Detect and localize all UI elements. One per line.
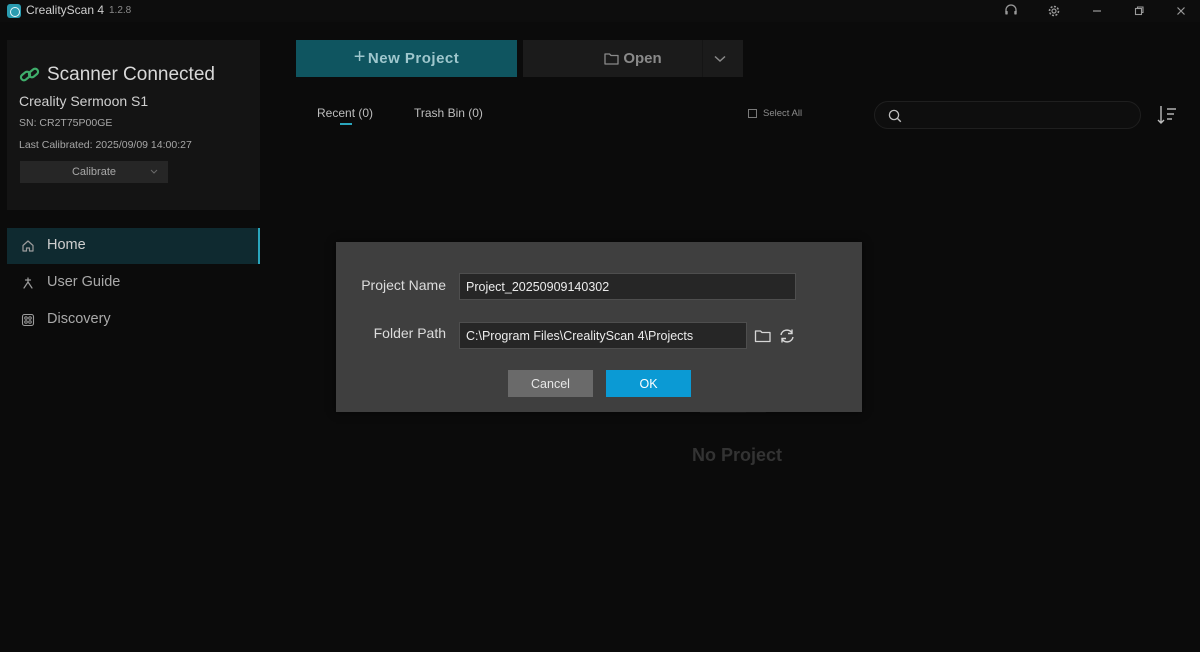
project-name-label: Project Name [361, 277, 446, 293]
browse-folder-icon[interactable] [754, 327, 772, 345]
minimize-icon[interactable] [1088, 2, 1106, 20]
search-icon [888, 109, 902, 123]
chevron-down-icon[interactable] [150, 167, 158, 175]
new-project-button[interactable]: + New Project [296, 40, 517, 77]
search-input[interactable] [874, 101, 1141, 129]
gear-icon[interactable] [1045, 2, 1063, 20]
app-logo-icon [7, 4, 21, 18]
new-project-dialog: Project Name Folder Path Cancel OK [336, 242, 862, 412]
discovery-icon [21, 313, 35, 327]
tab-recent[interactable]: Recent (0) [317, 106, 373, 120]
empty-state-label: No Project [692, 445, 783, 465]
folder-path-label: Folder Path [373, 325, 446, 341]
restore-icon[interactable] [1130, 2, 1148, 20]
app-title: CrealityScan 4 [26, 3, 105, 17]
project-name-input[interactable] [459, 273, 796, 300]
sidebar-item-label: Discovery [47, 311, 111, 327]
open-label: Open [623, 50, 662, 67]
chevron-down-icon[interactable] [714, 55, 726, 63]
sidebar-item-label: Home [47, 237, 86, 253]
user-guide-icon [23, 277, 33, 289]
plus-icon: + [353, 46, 366, 68]
title-bar: CrealityScan 4 1.2.8 [0, 0, 1200, 22]
sort-icon[interactable] [1156, 104, 1178, 126]
calibrate-button[interactable]: Calibrate [20, 161, 168, 183]
select-all-checkbox[interactable] [748, 109, 757, 118]
cancel-button[interactable]: Cancel [508, 370, 593, 397]
support-icon[interactable] [1002, 2, 1020, 20]
tab-trash-bin[interactable]: Trash Bin (0) [414, 106, 483, 120]
link-icon [19, 67, 40, 82]
scanner-card: Scanner Connected Creality Sermoon S1 SN… [7, 40, 260, 210]
sidebar: Scanner Connected Creality Sermoon S1 SN… [0, 22, 270, 652]
scanner-serial-number: SN: CR2T75P00GE [19, 117, 113, 129]
scanner-status: Scanner Connected [47, 64, 215, 85]
folder-path-input[interactable] [459, 322, 747, 349]
close-icon[interactable] [1172, 2, 1190, 20]
open-divider [702, 40, 703, 77]
new-project-label: New Project [367, 50, 460, 67]
scanner-model: Creality Sermoon S1 [19, 93, 149, 109]
sidebar-item-home[interactable]: Home [7, 228, 260, 264]
open-button[interactable]: Open [523, 40, 743, 77]
select-all-label[interactable]: Select All [763, 108, 802, 119]
sidebar-item-label: User Guide [47, 274, 121, 290]
reset-path-icon[interactable] [778, 327, 796, 345]
tab-active-indicator [340, 123, 352, 125]
folder-icon [604, 53, 619, 65]
sidebar-item-user-guide[interactable]: User Guide [7, 265, 260, 301]
app-version: 1.2.8 [109, 5, 132, 16]
last-calibrated: Last Calibrated: 2025/09/09 14:00:27 [19, 139, 192, 151]
ok-button[interactable]: OK [606, 370, 691, 397]
home-icon [22, 240, 34, 252]
sidebar-item-discovery[interactable]: Discovery [7, 302, 260, 338]
